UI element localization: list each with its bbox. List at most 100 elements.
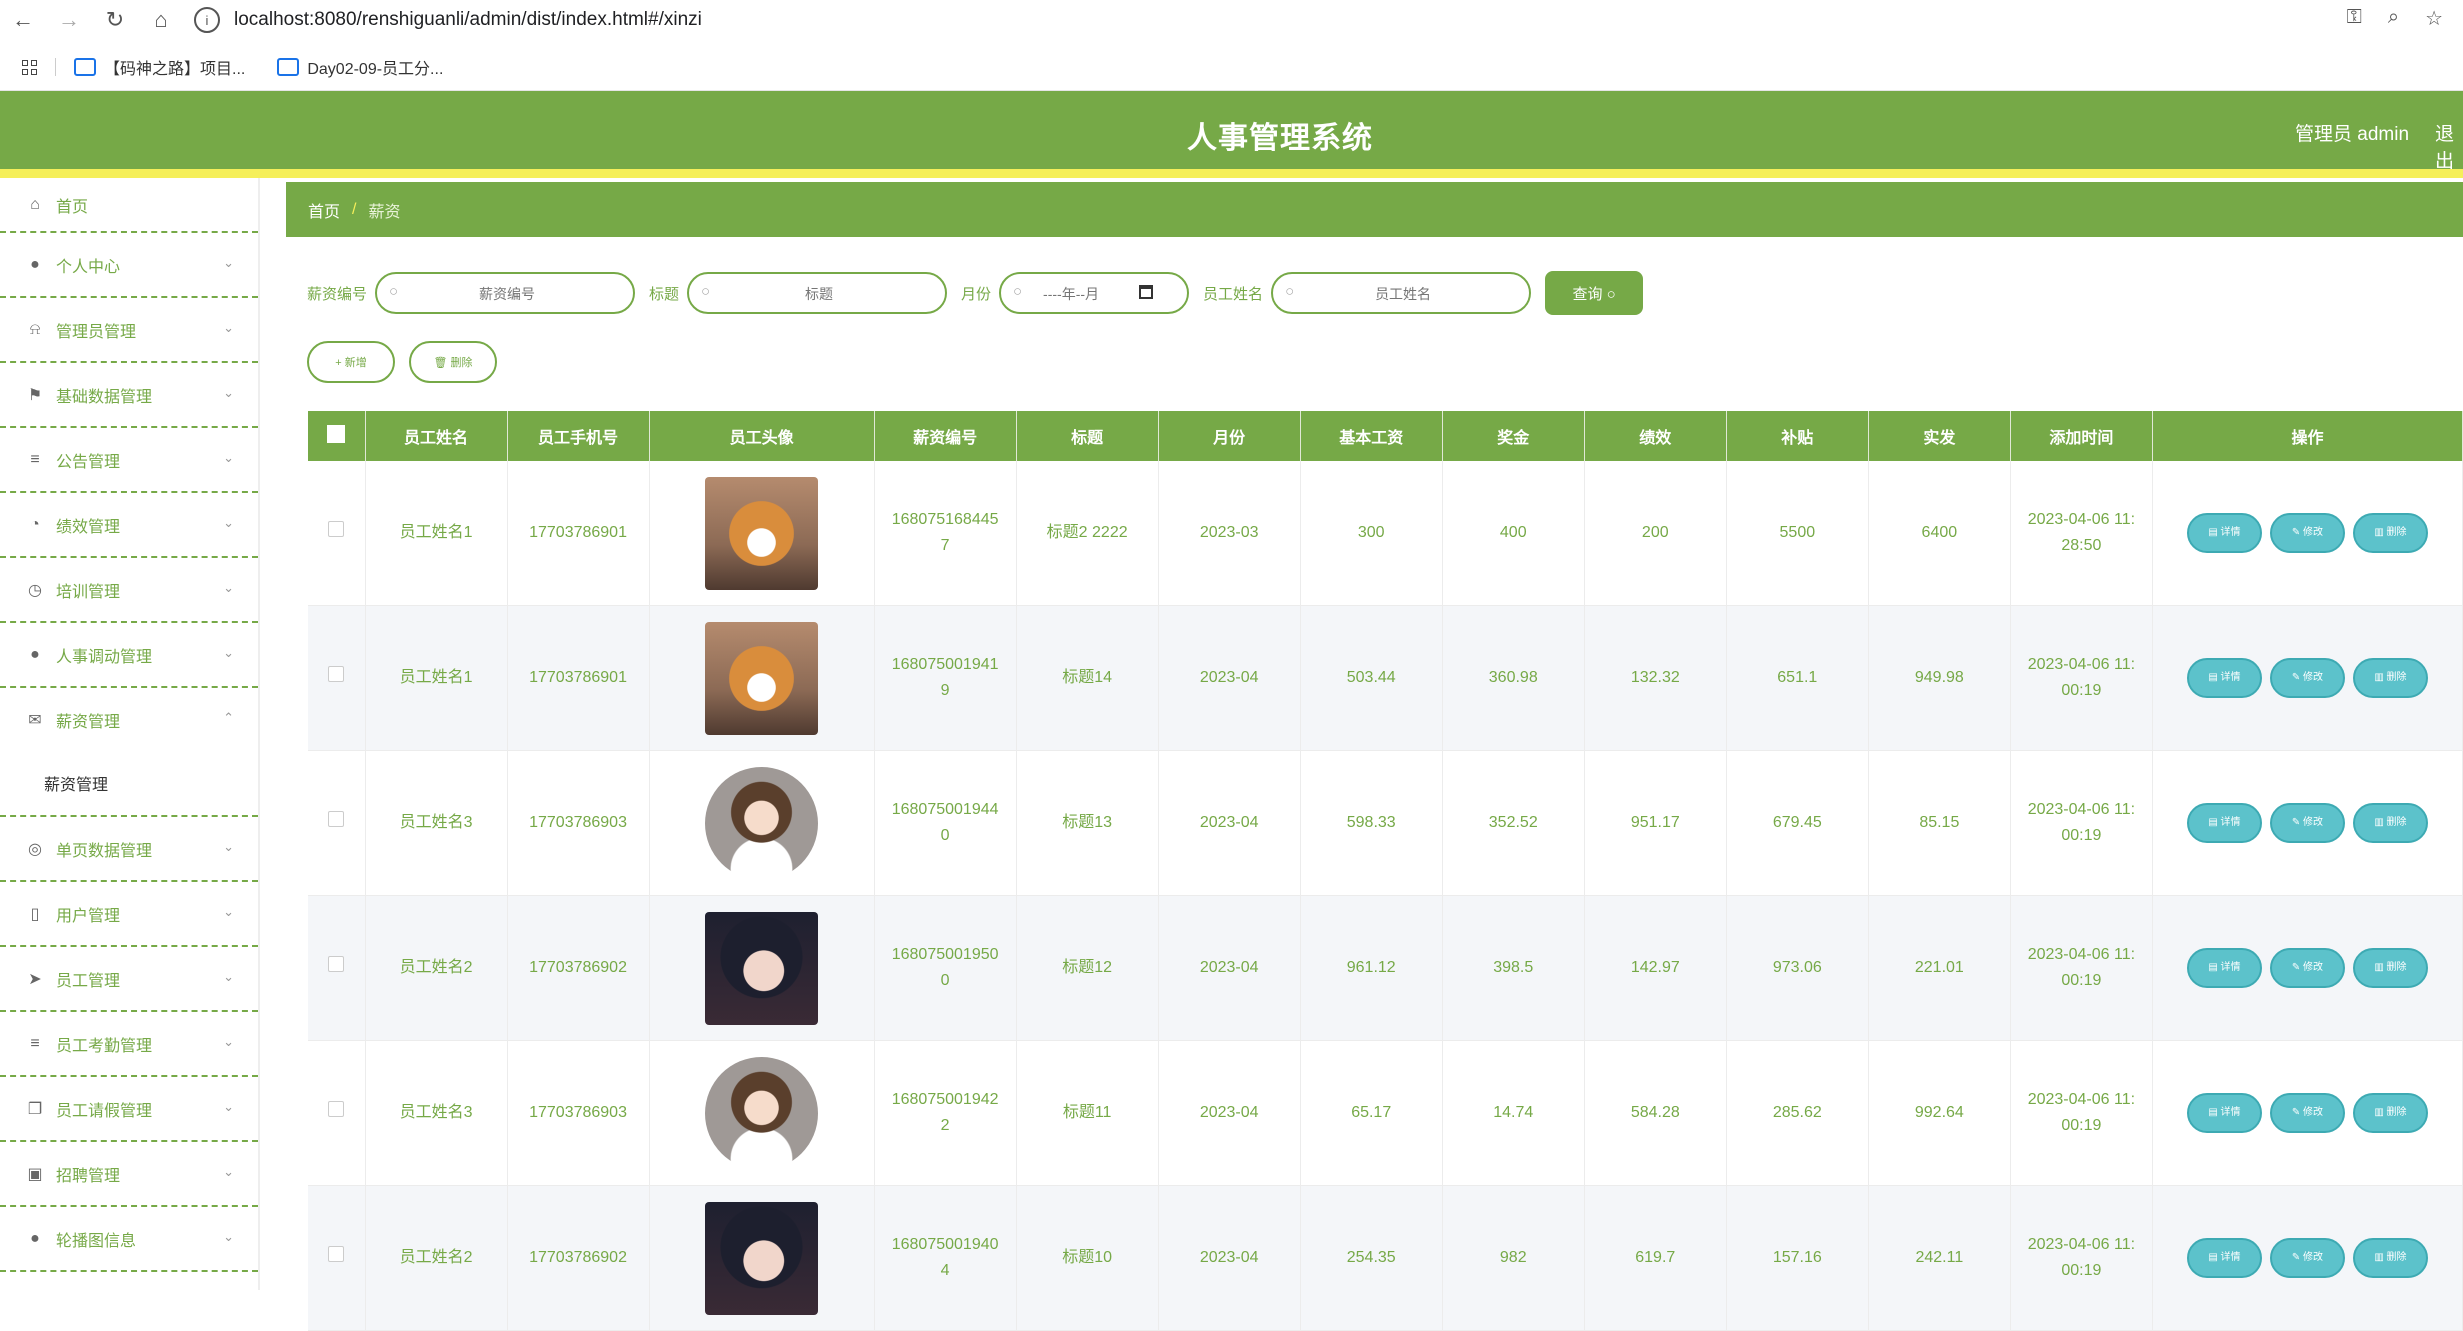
site-info-icon[interactable]: i	[194, 7, 220, 33]
employee-avatar[interactable]	[705, 911, 819, 1025]
delete-button[interactable]: ▥ 删除	[2352, 658, 2428, 698]
month-input[interactable]	[1001, 274, 1232, 314]
base-salary-cell: 503.44	[1300, 605, 1443, 751]
row-select-cell[interactable]	[308, 605, 366, 751]
row-select-cell[interactable]	[308, 1185, 366, 1331]
delete-button[interactable]: ▥ 删除	[2352, 803, 2428, 843]
detail-button[interactable]: ▤ 详情	[2186, 803, 2262, 843]
edit-button[interactable]: ✎ 修改	[2269, 658, 2345, 698]
salary-no-cell: 168075001944 0	[874, 750, 1017, 896]
list-icon: ≡	[30, 1034, 40, 1052]
bookmark-item[interactable]: Day02-09-员工分...	[277, 55, 443, 79]
add-button[interactable]: + 新增	[307, 341, 395, 383]
row-checkbox[interactable]	[328, 666, 345, 682]
row-checkbox[interactable]	[328, 521, 345, 537]
detail-button[interactable]: ▤ 详情	[2186, 1093, 2262, 1133]
select-all-cell[interactable]	[308, 411, 366, 461]
forward-icon[interactable]: →	[46, 0, 92, 40]
edit-label: 修改	[2303, 1252, 2324, 1263]
delete-button[interactable]: ▥ 删除	[2352, 513, 2428, 553]
sidebar-item-home[interactable]: ⌂ 首页	[0, 178, 258, 233]
operations-cell: ▤ 详情 ✎ 修改 ▥ 删除	[2152, 1040, 2463, 1186]
sidebar-item-basedata[interactable]: ⚑ 基础数据管理 ⌄	[0, 363, 258, 428]
password-key-icon[interactable]: ⚿	[2347, 6, 2362, 31]
sidebar-subitem-salary[interactable]: 薪资管理	[0, 751, 258, 817]
logout-link[interactable]: 退出	[2435, 119, 2463, 173]
sidebar-item-attendance[interactable]: ≡ 员工考勤管理 ⌄	[0, 1012, 258, 1077]
sidebar-item-label: 管理员管理	[56, 323, 137, 341]
delete-button[interactable]: ▥ 删除	[2352, 1093, 2428, 1133]
delete-button[interactable]: ▥ 删除	[2352, 948, 2428, 988]
select-all-checkbox[interactable]	[327, 424, 346, 443]
employee-avatar[interactable]	[705, 1201, 819, 1315]
detail-button[interactable]: ▤ 详情	[2186, 1238, 2262, 1278]
sidebar-item-singlepage[interactable]: ◎ 单页数据管理 ⌄	[0, 817, 258, 882]
employee-phone-cell: 17703786903	[507, 1040, 650, 1186]
delete-button[interactable]: ▥ 删除	[2352, 1238, 2428, 1278]
edit-button[interactable]: ✎ 修改	[2269, 513, 2345, 553]
table-row: 员工姓名2 17703786902 168075001940 4 标题10 2023-04…	[308, 1185, 2463, 1331]
row-checkbox[interactable]	[328, 1246, 345, 1262]
bookmark-item[interactable]: 【码神之路】项目...	[74, 55, 245, 79]
employee-name-field[interactable]: ○	[1271, 272, 1534, 314]
detail-button[interactable]: ▤ 详情	[2186, 658, 2262, 698]
back-icon[interactable]: ←	[0, 0, 46, 40]
edit-label: 修改	[2303, 1107, 2324, 1118]
sidebar-item-personal[interactable]: ● 个人中心 ⌄	[0, 233, 258, 298]
sidebar-item-training[interactable]: ◷ 培训管理 ⌄	[0, 558, 258, 623]
sidebar-item-recruit[interactable]: ▣ 招聘管理 ⌄	[0, 1142, 258, 1207]
apps-grid-icon[interactable]	[22, 59, 37, 75]
edit-button[interactable]: ✎ 修改	[2269, 1238, 2345, 1278]
zoom-icon[interactable]: ⌕	[2388, 6, 2399, 31]
row-checkbox[interactable]	[328, 811, 345, 827]
sidebar-item-admin[interactable]: ⍾ 管理员管理 ⌄	[0, 298, 258, 363]
row-select-cell[interactable]	[308, 895, 366, 1041]
employee-avatar[interactable]	[705, 1056, 819, 1170]
row-checkbox[interactable]	[328, 1101, 345, 1117]
salary-no-input[interactable]	[377, 274, 638, 314]
employee-avatar[interactable]	[705, 476, 819, 590]
row-select-cell[interactable]	[308, 1040, 366, 1186]
app-header: 人事管理系统 管理员 admin 退出	[0, 91, 2463, 172]
employee-name-cell: 员工姓名2	[365, 1185, 508, 1331]
title-field[interactable]: ○	[687, 272, 950, 314]
employee-name-input[interactable]	[1273, 274, 1534, 314]
edit-button[interactable]: ✎ 修改	[2269, 948, 2345, 988]
table-actions: + 新增 🗑︎ 删除	[307, 341, 497, 383]
employee-avatar[interactable]	[705, 621, 819, 735]
month-field[interactable]: ○	[999, 272, 1232, 314]
edit-button[interactable]: ✎ 修改	[2269, 803, 2345, 843]
row-select-cell[interactable]	[308, 750, 366, 896]
flag-icon: ⚑	[27, 386, 43, 404]
sidebar-item-carousel[interactable]: ● 轮播图信息 ⌄	[0, 1207, 258, 1272]
edit-button[interactable]: ✎ 修改	[2269, 1093, 2345, 1133]
table-row: 员工姓名1 17703786901 168075168445 7 标题2 2222 202…	[308, 461, 2463, 606]
breadcrumb-home[interactable]: 首页	[308, 198, 340, 222]
sidebar-item-salary[interactable]: ✉ 薪资管理 ⌃	[0, 688, 258, 751]
row-checkbox[interactable]	[328, 956, 345, 972]
sidebar-item-performance[interactable]: ◔ 绩效管理 ⌄	[0, 493, 258, 558]
added-time-cell: 2023-04-06 11: 00:19	[2010, 1185, 2153, 1331]
query-button[interactable]: 查询 ○	[1545, 271, 1644, 315]
bulk-delete-button[interactable]: 🗑︎ 删除	[409, 341, 497, 383]
address-bar[interactable]: i localhost:8080/renshiguanli/admin/dist…	[194, 5, 702, 35]
table-header-row: 员工姓名 员工手机号 员工头像 薪资编号 标题 月份 基本工资 奖金 绩效 补贴…	[308, 411, 2463, 461]
bookmark-star-icon[interactable]: ☆	[2425, 6, 2443, 31]
detail-button[interactable]: ▤ 详情	[2186, 948, 2262, 988]
detail-button[interactable]: ▤ 详情	[2186, 513, 2262, 553]
title-input[interactable]	[689, 274, 950, 314]
calendar-icon[interactable]	[1139, 285, 1154, 299]
sidebar-item-employees[interactable]: ➤ 员工管理 ⌄	[0, 947, 258, 1012]
sidebar-item-transfer[interactable]: ● 人事调动管理 ⌄	[0, 623, 258, 688]
reload-icon[interactable]: ↻	[92, 0, 138, 40]
sidebar-item-notice[interactable]: ≡ 公告管理 ⌄	[0, 428, 258, 493]
salary-no-part: 9	[940, 682, 950, 699]
sidebar-item-leave[interactable]: ❐ 员工请假管理 ⌄	[0, 1077, 258, 1142]
row-select-cell[interactable]	[308, 461, 366, 606]
home-button-icon[interactable]: ⌂	[138, 0, 184, 40]
salary-no-part: 2	[940, 1117, 950, 1134]
sidebar-item-users[interactable]: ▯ 用户管理 ⌄	[0, 882, 258, 947]
employee-avatar[interactable]	[705, 766, 819, 880]
salary-no-field[interactable]: ○	[375, 272, 638, 314]
detail-label: 详情	[2220, 1107, 2241, 1118]
